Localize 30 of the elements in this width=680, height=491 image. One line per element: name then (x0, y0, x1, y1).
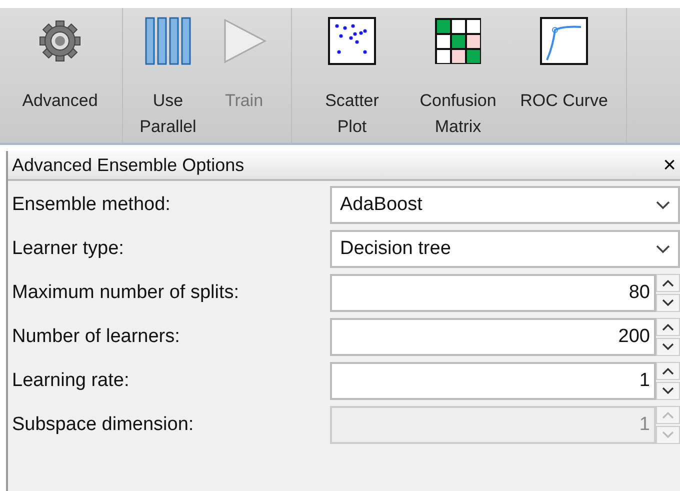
decrement-button[interactable] (656, 382, 680, 400)
number-field[interactable]: 80 (330, 274, 656, 312)
toolbar-button[interactable]: ROC Curve (514, 8, 614, 143)
field-label: Ensemble method: (11, 194, 172, 216)
decrement-button[interactable] (656, 338, 680, 356)
increment-button[interactable] (656, 318, 680, 336)
field-label: Subspace dimension: (11, 414, 195, 436)
bars-icon (143, 16, 193, 66)
close-button[interactable]: × (663, 152, 676, 178)
field-label: Learner type: (11, 238, 125, 260)
chevron-down-icon (656, 244, 670, 254)
toolbar-button[interactable]: Confusion Matrix (408, 8, 508, 143)
dropdown[interactable]: AdaBoost (330, 186, 680, 224)
toolbar-button[interactable]: Use Parallel (133, 8, 203, 143)
roc-curve-icon (539, 16, 589, 66)
panel-title: Advanced Ensemble Options (12, 154, 244, 176)
field-label: Maximum number of splits: (11, 282, 240, 304)
number-field[interactable]: 200 (330, 318, 656, 356)
chevron-down-icon (656, 200, 670, 210)
field-label: Number of learners: (11, 326, 181, 348)
number-field[interactable]: 1 (330, 362, 656, 400)
toolbar-button[interactable]: Advanced (10, 8, 110, 143)
field-label: Learning rate: (11, 370, 130, 392)
scatter-plot-icon (327, 16, 377, 66)
increment-button[interactable] (656, 362, 680, 380)
confusion-matrix-icon (433, 16, 483, 66)
dropdown[interactable]: Decision tree (330, 230, 680, 268)
increment-button[interactable] (656, 274, 680, 292)
decrement-button[interactable] (656, 294, 680, 312)
toolbar-button[interactable]: Scatter Plot (302, 8, 402, 143)
